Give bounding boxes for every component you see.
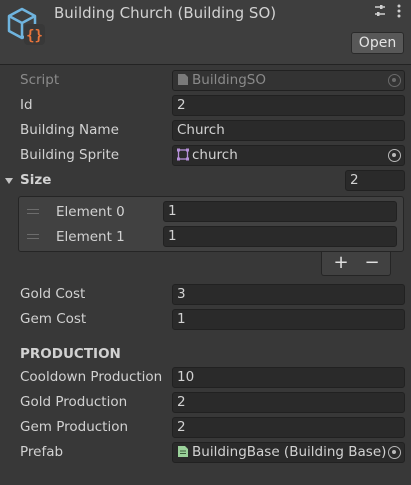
production-header: PRODUCTION xyxy=(20,346,121,362)
object-picker-icon[interactable] xyxy=(388,446,401,459)
building-name-input[interactable]: Church xyxy=(172,120,405,141)
gem-cost-label: Gem Cost xyxy=(20,311,87,327)
size-count-input[interactable]: 2 xyxy=(345,170,405,191)
open-button[interactable]: Open xyxy=(351,32,404,54)
script-value: BuildingSO xyxy=(192,72,266,88)
gem-cost-input[interactable]: 1 xyxy=(172,309,405,330)
cooldown-production-input[interactable]: 10 xyxy=(172,367,405,388)
element-1-input[interactable]: 1 xyxy=(163,226,397,247)
prefab-value: BuildingBase (Building Base) xyxy=(192,444,387,460)
gold-cost-input[interactable]: 3 xyxy=(172,284,405,305)
drag-handle-icon[interactable] xyxy=(27,234,39,239)
svg-text:{}: {} xyxy=(26,28,43,44)
script-label: Script xyxy=(20,72,60,88)
sprite-icon xyxy=(177,148,189,161)
script-file-icon xyxy=(178,74,188,85)
scriptable-object-icon: {} xyxy=(7,7,45,45)
gold-production-input[interactable]: 2 xyxy=(172,392,405,413)
building-sprite-value: church xyxy=(192,147,238,163)
cooldown-production-label: Cooldown Production xyxy=(20,369,163,385)
building-sprite-field[interactable]: church xyxy=(172,145,405,166)
gold-production-label: Gold Production xyxy=(20,394,128,410)
gem-production-label: Gem Production xyxy=(20,419,129,435)
element-0-label: Element 0 xyxy=(56,204,125,220)
id-label: Id xyxy=(20,97,33,113)
preset-sliders-icon[interactable] xyxy=(373,3,387,19)
foldout-arrow-icon[interactable] xyxy=(4,176,14,186)
inspector-title: Building Church (Building SO) xyxy=(54,4,277,22)
list-footer: + − xyxy=(321,252,391,276)
element-1-label: Element 1 xyxy=(56,229,125,245)
prefab-label: Prefab xyxy=(20,444,64,460)
gold-cost-label: Gold Cost xyxy=(20,286,86,302)
remove-element-button[interactable]: − xyxy=(360,253,384,273)
object-picker-icon[interactable] xyxy=(388,74,401,87)
size-label[interactable]: Size xyxy=(20,172,51,188)
inspector-header: {} Building Church (Building SO) Open xyxy=(0,0,411,65)
id-input[interactable]: 2 xyxy=(172,95,405,116)
script-field[interactable]: BuildingSO xyxy=(172,70,405,91)
kebab-menu-icon[interactable] xyxy=(395,3,403,19)
prefab-field[interactable]: BuildingBase (Building Base) xyxy=(172,442,405,463)
prefab-icon xyxy=(178,446,188,457)
building-name-label: Building Name xyxy=(20,122,119,138)
drag-handle-icon[interactable] xyxy=(27,209,39,214)
building-sprite-label: Building Sprite xyxy=(20,147,120,163)
gem-production-input[interactable]: 2 xyxy=(172,417,405,438)
add-element-button[interactable]: + xyxy=(329,253,353,273)
object-picker-icon[interactable] xyxy=(388,149,401,162)
element-0-input[interactable]: 1 xyxy=(163,201,397,222)
